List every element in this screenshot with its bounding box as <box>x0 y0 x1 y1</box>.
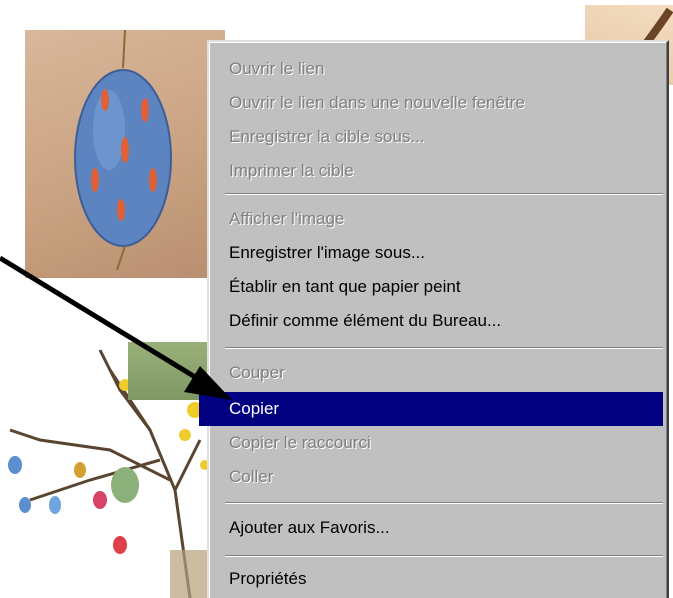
pointer-arrow-icon <box>0 255 232 400</box>
